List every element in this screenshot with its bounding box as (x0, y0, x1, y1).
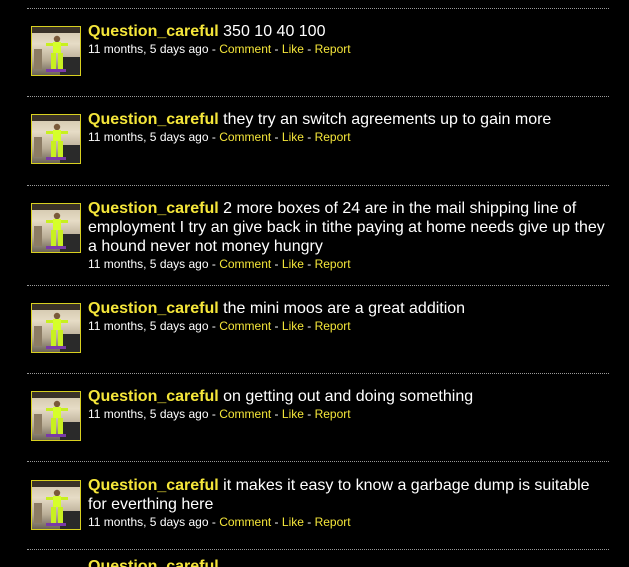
report-link[interactable]: Report (315, 319, 351, 333)
meta-separator: - (303, 257, 315, 271)
meta-separator: - (208, 130, 220, 144)
comment-meta: 11 months, 5 days ago - Comment - Like -… (88, 41, 608, 58)
divider (27, 8, 609, 9)
comment-link[interactable]: Comment (219, 257, 271, 271)
meta-separator: - (303, 407, 315, 421)
divider (27, 373, 609, 374)
comment-link[interactable]: Comment (219, 319, 271, 333)
comment-text: they try an switch agreements up to gain… (223, 111, 552, 128)
comment-body: Question_careful the mini moos are a gre… (88, 299, 608, 335)
comment-meta: 11 months, 5 days ago - Comment - Like -… (88, 318, 608, 335)
divider (27, 96, 609, 97)
meta-separator: - (271, 130, 282, 144)
avatar-person-icon (32, 27, 80, 75)
comment-meta: 11 months, 5 days ago - Comment - Like -… (88, 256, 608, 273)
divider (27, 461, 609, 462)
comment-timestamp: 11 months, 5 days ago (88, 407, 209, 421)
comment-body: Question_careful 2 more boxes of 24 are … (88, 199, 608, 273)
avatar-person-icon (32, 115, 80, 163)
meta-separator: - (303, 319, 315, 333)
user-avatar[interactable] (31, 114, 81, 164)
comment-line: Question_careful 2 more boxes of 24 are … (88, 199, 608, 256)
avatar-person-icon (32, 392, 80, 440)
report-link[interactable]: Report (315, 515, 351, 529)
meta-separator: - (208, 515, 220, 529)
comment-text: on getting out and doing something (223, 388, 474, 405)
comment-text: the mini moos are a great addition (223, 300, 466, 317)
comment-link[interactable]: Comment (219, 515, 271, 529)
comment-body: Question_careful 350 10 40 100 11 months… (88, 22, 608, 58)
meta-separator: - (208, 257, 220, 271)
comment-body: Question_careful on getting out and doin… (88, 387, 608, 423)
avatar-person-icon (32, 304, 80, 352)
username-link[interactable]: Question_careful (88, 200, 219, 217)
meta-separator: - (271, 42, 282, 56)
divider (27, 549, 609, 550)
meta-separator: - (271, 407, 282, 421)
like-link[interactable]: Like (282, 407, 304, 421)
meta-separator: - (271, 515, 282, 529)
avatar-person-icon (32, 481, 80, 529)
comment-timestamp: 11 months, 5 days ago (88, 319, 209, 333)
user-avatar[interactable] (31, 391, 81, 441)
comment-line: Question_careful they try an switch agre… (88, 110, 608, 129)
comment-timestamp: 11 months, 5 days ago (88, 130, 209, 144)
comment-meta: 11 months, 5 days ago - Comment - Like -… (88, 406, 608, 423)
comment-body: Question_careful they try an switch agre… (88, 110, 608, 146)
comment-line: Question_careful it makes it easy to kno… (88, 476, 608, 514)
username-link[interactable]: Question_careful (88, 388, 219, 405)
comment-meta: 11 months, 5 days ago - Comment - Like -… (88, 514, 608, 531)
divider (27, 285, 609, 286)
meta-separator: - (303, 515, 315, 529)
meta-separator: - (303, 42, 315, 56)
user-avatar[interactable] (31, 480, 81, 530)
report-link[interactable]: Report (315, 407, 351, 421)
username-link[interactable]: Question_careful (88, 23, 219, 40)
user-avatar[interactable] (31, 26, 81, 76)
username-link[interactable]: Question_careful (88, 111, 219, 128)
comment-line: Question_careful the mini moos are a gre… (88, 299, 608, 318)
report-link[interactable]: Report (315, 42, 351, 56)
meta-separator: - (303, 130, 315, 144)
avatar-person-icon (32, 204, 80, 252)
meta-separator: - (208, 42, 220, 56)
divider (27, 185, 609, 186)
comment-timestamp: 11 months, 5 days ago (88, 42, 209, 56)
user-avatar[interactable] (31, 203, 81, 253)
meta-separator: - (208, 407, 220, 421)
like-link[interactable]: Like (282, 319, 304, 333)
comment-link[interactable]: Comment (219, 42, 271, 56)
comment-link[interactable]: Comment (219, 130, 271, 144)
comment-line: Question_careful on getting out and doin… (88, 387, 608, 406)
like-link[interactable]: Like (282, 42, 304, 56)
like-link[interactable]: Like (282, 130, 304, 144)
meta-separator: - (271, 319, 282, 333)
comment-line: Question_careful 350 10 40 100 (88, 22, 608, 41)
meta-separator: - (271, 257, 282, 271)
report-link[interactable]: Report (315, 257, 351, 271)
comment-link[interactable]: Comment (219, 407, 271, 421)
comment-text: 350 10 40 100 (223, 23, 326, 40)
username-link[interactable]: Question_careful (88, 300, 219, 317)
meta-separator: - (208, 319, 220, 333)
report-link[interactable]: Report (315, 130, 351, 144)
comment-body: Question_careful it makes it easy to kno… (88, 476, 608, 531)
partial-comment-username[interactable]: Question_careful (88, 558, 219, 567)
comment-meta: 11 months, 5 days ago - Comment - Like -… (88, 129, 608, 146)
comment-timestamp: 11 months, 5 days ago (88, 515, 209, 529)
like-link[interactable]: Like (282, 515, 304, 529)
comment-feed: Question_careful 350 10 40 100 11 months… (0, 0, 629, 567)
username-link[interactable]: Question_careful (88, 477, 219, 494)
user-avatar[interactable] (31, 303, 81, 353)
like-link[interactable]: Like (282, 257, 304, 271)
comment-timestamp: 11 months, 5 days ago (88, 257, 209, 271)
